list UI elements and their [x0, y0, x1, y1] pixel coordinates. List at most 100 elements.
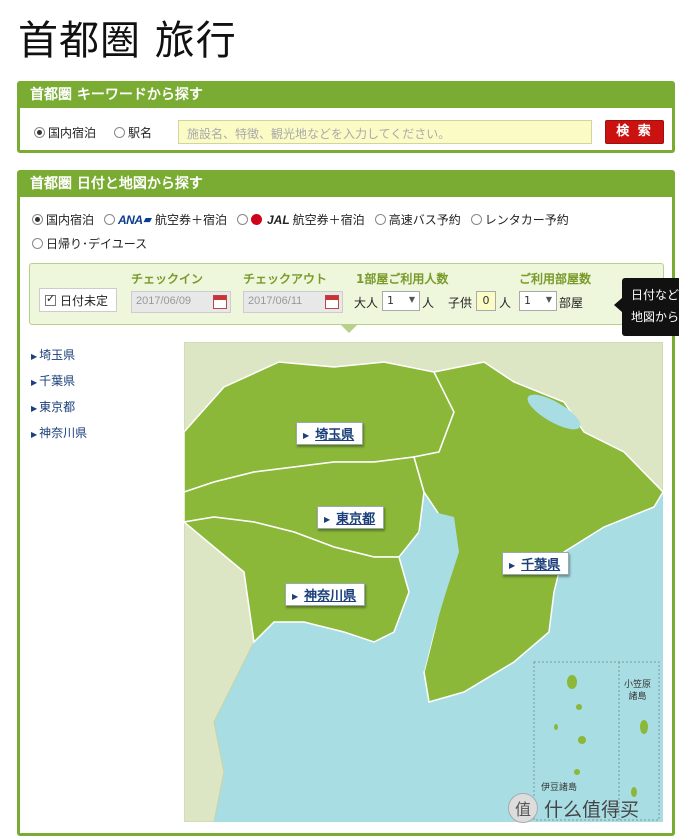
mode-rental-label: レンタカー予約: [484, 213, 569, 227]
ogasawara-label: 小笠原 諸島: [624, 679, 651, 703]
radio-dot-icon: [34, 127, 45, 138]
radio-dot-icon: [470, 214, 482, 225]
map-label-text: 神奈川県: [304, 589, 357, 604]
adult-label: 大人: [354, 296, 379, 310]
adult-value: 1: [387, 294, 394, 307]
ana-logo: ANA: [118, 212, 143, 227]
keyword-panel-header: 首都圏 キーワードから探す: [20, 84, 672, 108]
triangle-right-icon: ▶: [31, 430, 38, 439]
island: [640, 720, 648, 734]
map-label-chiba[interactable]: ▶ 千葉県: [502, 552, 570, 575]
radio-dot-icon: [32, 214, 43, 225]
jal-logo: JAL: [267, 212, 290, 227]
mode-ana-label: 航空券＋宿泊: [154, 213, 227, 227]
island: [554, 724, 558, 730]
radio-mode-daytrip[interactable]: 日帰り･デイユース: [32, 235, 147, 252]
map-label-saitama[interactable]: ▶ 埼玉県: [296, 422, 364, 445]
mode-radio-row: 国内宿泊 ANA ▰ 航空券＋宿泊 JAL 航空券＋宿泊 高速バス予約 レンタカー…: [32, 211, 569, 228]
checkout-date-value: 2017/06/11: [248, 295, 303, 307]
rooms-value: 1: [524, 294, 531, 307]
child-input[interactable]: 0: [476, 291, 496, 311]
map-panel-header: 首都圏 日付と地図から探す: [20, 173, 672, 197]
date-guest-box: 日付未定 チェックイン 2017/06/09 チェックアウト 2017/06/1…: [29, 263, 664, 333]
pref-link-label: 千葉県: [39, 374, 76, 388]
mode-daytrip-label: 日帰り･デイユース: [46, 237, 148, 251]
date-undecided-label: 日付未定: [60, 293, 109, 308]
map-label-kanagawa[interactable]: ▶ 神奈川県: [285, 583, 366, 606]
radio-domestic-label: 国内宿泊: [48, 126, 97, 140]
radio-station-name[interactable]: 駅名: [114, 124, 152, 141]
date-undecided-checkbox[interactable]: 日付未定: [39, 288, 117, 312]
map-tooltip: 日付など 地図から: [622, 278, 679, 336]
island: [567, 675, 577, 689]
radio-dot-icon: [374, 214, 386, 225]
checkin-label: チェックイン: [131, 272, 204, 286]
map-label-tokyo[interactable]: ▶ 東京都: [317, 506, 385, 529]
radio-mode-domestic[interactable]: 国内宿泊: [32, 211, 94, 228]
triangle-right-icon: ▶: [31, 378, 38, 387]
map-label-text: 東京都: [336, 512, 376, 527]
radio-mode-rental[interactable]: レンタカー予約: [470, 211, 569, 228]
guests-label: 1部屋ご利用人数: [356, 272, 449, 286]
pref-link-label: 神奈川県: [39, 426, 88, 440]
search-button[interactable]: 検 索: [605, 120, 664, 144]
mode-radio-row-2: 日帰り･デイユース: [32, 235, 147, 252]
radio-station-label: 駅名: [128, 126, 153, 140]
page-title: 首都圏 旅行: [18, 18, 237, 64]
map-label-text: 千葉県: [521, 558, 561, 573]
map-label-text: 埼玉県: [315, 428, 355, 443]
checkout-date-input[interactable]: 2017/06/11: [243, 291, 343, 313]
radio-dot-icon: [237, 214, 248, 225]
radio-dot-icon: [104, 214, 116, 225]
radio-dot-icon: [32, 238, 43, 249]
chevron-down-icon: ▼: [408, 295, 415, 304]
ana-stripe-icon: ▰: [143, 213, 152, 226]
pref-link-label: 東京都: [39, 400, 76, 414]
triangle-right-icon: ▶: [292, 592, 299, 601]
pref-link-tokyo[interactable]: ▶ 東京都: [31, 395, 87, 421]
radio-dot-icon: [114, 127, 125, 138]
calendar-icon[interactable]: [325, 295, 339, 309]
calendar-icon[interactable]: [213, 295, 227, 309]
checkout-label: チェックアウト: [243, 272, 328, 286]
keyword-search-input[interactable]: 施設名、特徴、観光地などを入力してください。: [178, 120, 592, 144]
rooms-unit: 部屋: [559, 296, 584, 310]
pref-link-label: 埼玉県: [39, 348, 76, 362]
triangle-right-icon: ▶: [31, 352, 38, 361]
triangle-right-icon: ▶: [303, 431, 310, 440]
checkbox-icon: [45, 292, 56, 306]
checkin-date-input[interactable]: 2017/06/09: [131, 291, 231, 313]
pref-link-kanagawa[interactable]: ▶ 神奈川県: [31, 421, 87, 447]
pref-link-chiba[interactable]: ▶ 千葉県: [31, 369, 87, 395]
mode-bus-label: 高速バス予約: [388, 213, 461, 227]
triangle-right-icon: ▶: [31, 404, 38, 413]
triangle-right-icon: ▶: [509, 561, 516, 570]
rooms-select[interactable]: 1 ▼: [519, 291, 557, 311]
prefecture-list: ▶ 埼玉県 ▶ 千葉県 ▶ 東京都 ▶ 神奈川県: [31, 343, 87, 447]
mode-domestic-label: 国内宿泊: [46, 213, 95, 227]
rooms-label: ご利用部屋数: [519, 272, 592, 286]
checkin-date-value: 2017/06/09: [136, 295, 192, 307]
adult-select[interactable]: 1 ▼: [382, 291, 420, 311]
child-label: 子供: [448, 296, 473, 310]
map-graphic: [184, 342, 663, 822]
radio-mode-jal[interactable]: JAL 航空券＋宿泊: [237, 211, 365, 228]
watermark-logo-icon: 值: [508, 793, 538, 823]
island: [576, 704, 582, 710]
radio-mode-ana[interactable]: ANA ▰ 航空券＋宿泊: [104, 211, 227, 228]
ogasawara-label-line1: 小笠原: [624, 680, 652, 690]
tooltip-line-2: 地図から: [631, 310, 679, 324]
tooltip-line-1: 日付など: [631, 288, 679, 302]
radio-mode-bus[interactable]: 高速バス予約: [374, 211, 461, 228]
radio-domestic-stay[interactable]: 国内宿泊: [34, 124, 96, 141]
kanto-map: ▶ 埼玉県 ▶ 東京都 ▶ 千葉県 ▶ 神奈川県 小笠原 諸島 伊豆諸島: [184, 342, 663, 822]
keyword-search-panel: 首都圏 キーワードから探す 国内宿泊 駅名 施設名、特徴、観光地などを入力してく…: [17, 81, 675, 153]
child-value: 0: [482, 294, 490, 307]
jal-crane-icon: [251, 214, 262, 225]
adult-unit: 人: [422, 296, 435, 310]
tooltip-arrow: [614, 298, 622, 312]
pref-link-saitama[interactable]: ▶ 埼玉県: [31, 343, 87, 369]
mode-jal-label: 航空券＋宿泊: [292, 213, 365, 227]
triangle-right-icon: ▶: [324, 515, 331, 524]
watermark-text: 什么值得买: [544, 798, 640, 821]
